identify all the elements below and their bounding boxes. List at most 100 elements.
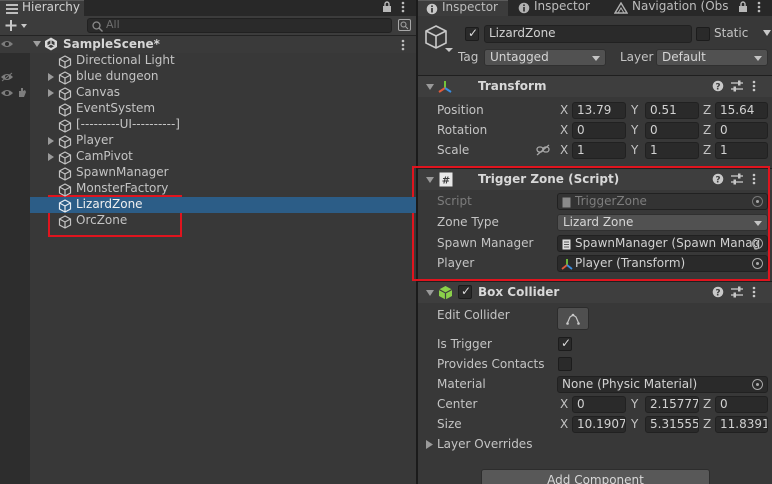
more-menu-icon[interactable] [752,173,756,185]
script-field[interactable]: TriggerZone [557,193,768,210]
object-picker-icon[interactable] [752,379,763,390]
help-icon[interactable]: ? [712,286,724,298]
help-icon[interactable]: ? [712,173,724,185]
fold-arrow-icon[interactable] [426,84,434,90]
scene-root-row[interactable]: SampleScene* [0,36,416,53]
player-field[interactable]: Player (Transform) [557,255,768,272]
scene-more-icon[interactable] [401,39,405,51]
more-menu-icon[interactable] [752,286,756,298]
hierarchy-item[interactable]: Player [30,133,416,149]
gameobject-cube-icon [58,151,72,165]
help-icon[interactable]: ? [712,80,724,92]
zone-type-dropdown[interactable]: Lizard Zone [557,214,768,231]
hierarchy-item[interactable]: MonsterFactory [30,181,416,197]
center-x-value: 0 [577,397,585,411]
visibility-eye-icon[interactable] [0,39,14,49]
visibility-eye-icon[interactable] [0,72,14,82]
constrain-link-icon[interactable] [536,144,550,156]
scale-z-field[interactable]: 1 [715,142,768,159]
tag-dropdown[interactable]: Untagged [484,49,606,66]
hierarchy-item[interactable]: Directional Light [30,53,416,69]
box-collider-icon [438,285,453,300]
info-icon [518,2,530,14]
material-value: None (Physic Material) [562,377,698,391]
pickable-hand-icon[interactable] [16,86,28,98]
hierarchy-item[interactable]: blue dungeon [30,69,416,85]
center-y-field[interactable]: 2.157777 [645,396,699,413]
object-picker-icon[interactable] [752,196,763,207]
layer-overrides-label[interactable]: Layer Overrides [437,437,532,451]
add-component-button[interactable]: Add Component [481,469,710,484]
inspector-2-tab-label: Inspector [534,0,590,13]
size-z-field[interactable]: 11.83914 [715,416,768,433]
is-trigger-checkbox[interactable]: ✓ [558,336,572,351]
player-value: Player (Transform) [575,256,686,270]
rotation-z-field[interactable]: 0 [715,122,768,139]
lock-icon[interactable] [382,1,392,13]
position-x-field[interactable]: 13.79 [572,102,626,119]
fold-closed-arrow-icon[interactable] [48,89,54,97]
presets-sliders-icon[interactable] [731,80,743,92]
size-x-field[interactable]: 10.19074 [572,416,626,433]
hierarchy-item[interactable]: SpawnManager [30,165,416,181]
fold-arrow-icon[interactable] [426,177,434,183]
hierarchy-item[interactable]: CamPivot [30,149,416,165]
hierarchy-item[interactable]: EventSystem [30,101,416,117]
hierarchy-item[interactable]: LizardZone [30,197,416,213]
presets-sliders-icon[interactable] [731,286,743,298]
fold-closed-arrow-icon[interactable] [426,440,433,449]
script-value: TriggerZone [575,194,647,208]
tab-inspector-2[interactable]: Inspector [510,0,606,16]
static-checkbox[interactable] [696,27,710,41]
tab-navigation[interactable]: Navigation (Obs [608,0,736,16]
position-label: Position [437,103,484,117]
hierarchy-item[interactable]: Canvas [30,85,416,101]
fold-closed-arrow-icon[interactable] [48,137,54,145]
position-z-field[interactable]: 15.64 [715,102,768,119]
more-menu-icon[interactable] [757,1,761,13]
active-checkbox[interactable]: ✓ [465,26,479,41]
trigger-zone-header[interactable]: # Trigger Zone (Script) ? [418,168,772,190]
provides-contacts-checkbox[interactable] [558,357,572,371]
spawn-manager-field[interactable]: SpawnManager (Spawn Manag [557,235,768,252]
position-z-value: 15.64 [720,103,755,117]
hierarchy-item[interactable]: [---------UI----------] [30,117,416,133]
size-y-field[interactable]: 5.315555 [645,416,699,433]
rotation-y-field[interactable]: 0 [645,122,699,139]
scale-x-field[interactable]: 1 [572,142,626,159]
object-name-field[interactable]: LizardZone [484,25,692,43]
static-dropdown-arrow-icon[interactable] [762,26,772,38]
object-picker-icon[interactable] [752,238,763,249]
gameobject-cube-icon[interactable] [424,24,454,54]
center-x-field[interactable]: 0 [572,396,626,413]
fold-open-arrow-icon[interactable] [33,41,41,47]
size-y-value: 5.315555 [650,417,699,431]
layer-dropdown[interactable]: Default [656,49,768,66]
position-y-field[interactable]: 0.51 [645,102,699,119]
lock-icon[interactable] [738,1,748,13]
center-z-field[interactable]: 0 [715,396,768,413]
fold-arrow-icon[interactable] [426,290,434,296]
add-object-plus-icon[interactable] [5,19,29,32]
presets-sliders-icon[interactable] [731,173,743,185]
scene-visibility-filter-icon[interactable] [398,19,411,31]
rotation-x-field[interactable]: 0 [572,122,626,139]
scale-y-field[interactable]: 1 [645,142,699,159]
more-menu-icon[interactable] [752,80,756,92]
object-picker-icon[interactable] [752,258,763,269]
edit-collider-button[interactable] [557,307,589,330]
box-collider-enabled-checkbox[interactable]: ✓ [458,284,472,299]
hierarchy-item-label: EventSystem [76,101,156,115]
visibility-eye-icon[interactable] [0,88,14,98]
script-file-icon [562,197,571,208]
hierarchy-search-input[interactable]: All [87,18,392,33]
tab-inspector[interactable]: Inspector [418,0,508,16]
hierarchy-item[interactable]: OrcZone [30,213,416,229]
fold-closed-arrow-icon[interactable] [48,153,54,161]
material-field[interactable]: None (Physic Material) [557,376,768,393]
box-collider-header[interactable]: ✓ Box Collider ? [418,281,772,303]
fold-closed-arrow-icon[interactable] [48,73,54,81]
tab-hierarchy[interactable]: Hierarchy [0,0,84,16]
transform-header[interactable]: Transform ? [418,75,772,97]
more-menu-icon[interactable] [401,1,405,13]
